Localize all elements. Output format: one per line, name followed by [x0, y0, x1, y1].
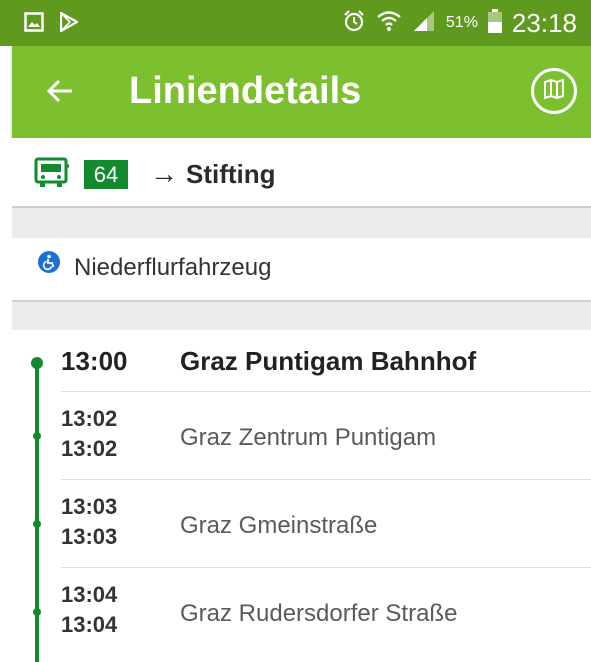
stop-departure-time: 13:03: [61, 524, 118, 549]
app-bar: Liniendetails: [12, 46, 591, 138]
stop-departure-time: 13:04: [61, 612, 118, 637]
stop-row[interactable]: 13:03 13:03 Graz Gmeinstraße: [12, 480, 591, 568]
back-button[interactable]: [42, 73, 78, 109]
stop-row[interactable]: 13:02 13:02 Graz Zentrum Puntigam: [12, 392, 591, 480]
stop-name: Graz Puntigam Bahnhof: [180, 346, 477, 376]
battery-icon: [487, 8, 502, 38]
feature-row: Niederflurfahrzeug: [12, 238, 591, 302]
stop-row[interactable]: 13:04 13:04 Graz Rudersdorfer Straße: [12, 568, 591, 656]
stop-marker: [31, 357, 43, 369]
stop-arrival-time: 13:04: [61, 582, 118, 607]
page-title: Liniendetails: [129, 70, 362, 112]
stop-marker: [33, 608, 41, 616]
wheelchair-icon: [38, 251, 60, 278]
status-time: 23:18: [511, 7, 577, 38]
wifi-icon: [376, 8, 402, 39]
stop-name: Graz Gmeinstraße: [180, 512, 378, 539]
stop-marker: [33, 432, 41, 440]
line-number-badge: 64: [84, 160, 128, 189]
status-bar: 51% 23:18: [0, 0, 591, 46]
signal-icon: [412, 9, 436, 38]
play-store-icon: [59, 11, 80, 37]
stop-marker: [33, 520, 41, 528]
direction-arrow: →: [150, 158, 178, 189]
arrow-left-icon: [42, 79, 78, 113]
section-divider: [12, 302, 591, 330]
gallery-icon: [24, 12, 44, 37]
section-divider: [12, 208, 591, 238]
map-icon: [543, 78, 565, 105]
feature-label: Niederflurfahrzeug: [74, 254, 272, 281]
stop-departure-time: 13:02: [61, 436, 118, 461]
stop-arrival-time: 13:03: [61, 494, 118, 519]
battery-percent: 51%: [445, 14, 478, 31]
alarm-icon: [342, 9, 366, 38]
bus-icon: [34, 157, 70, 194]
stop-list: 13:00 Graz Puntigam Bahnhof 13:02 13:02 …: [12, 330, 591, 662]
line-direction: → Stifting: [150, 158, 276, 190]
stop-name: Graz Zentrum Puntigam: [180, 424, 437, 451]
map-button[interactable]: [531, 68, 577, 114]
stop-arrival-time: 13:02: [61, 406, 118, 431]
stop-arrival-time: 13:00: [61, 346, 128, 376]
stop-name: Graz Rudersdorfer Straße: [180, 600, 458, 627]
stop-row[interactable]: 13:00 Graz Puntigam Bahnhof: [12, 330, 591, 392]
line-destination: Stifting: [186, 158, 276, 189]
line-header: 64 → Stifting: [12, 138, 591, 208]
